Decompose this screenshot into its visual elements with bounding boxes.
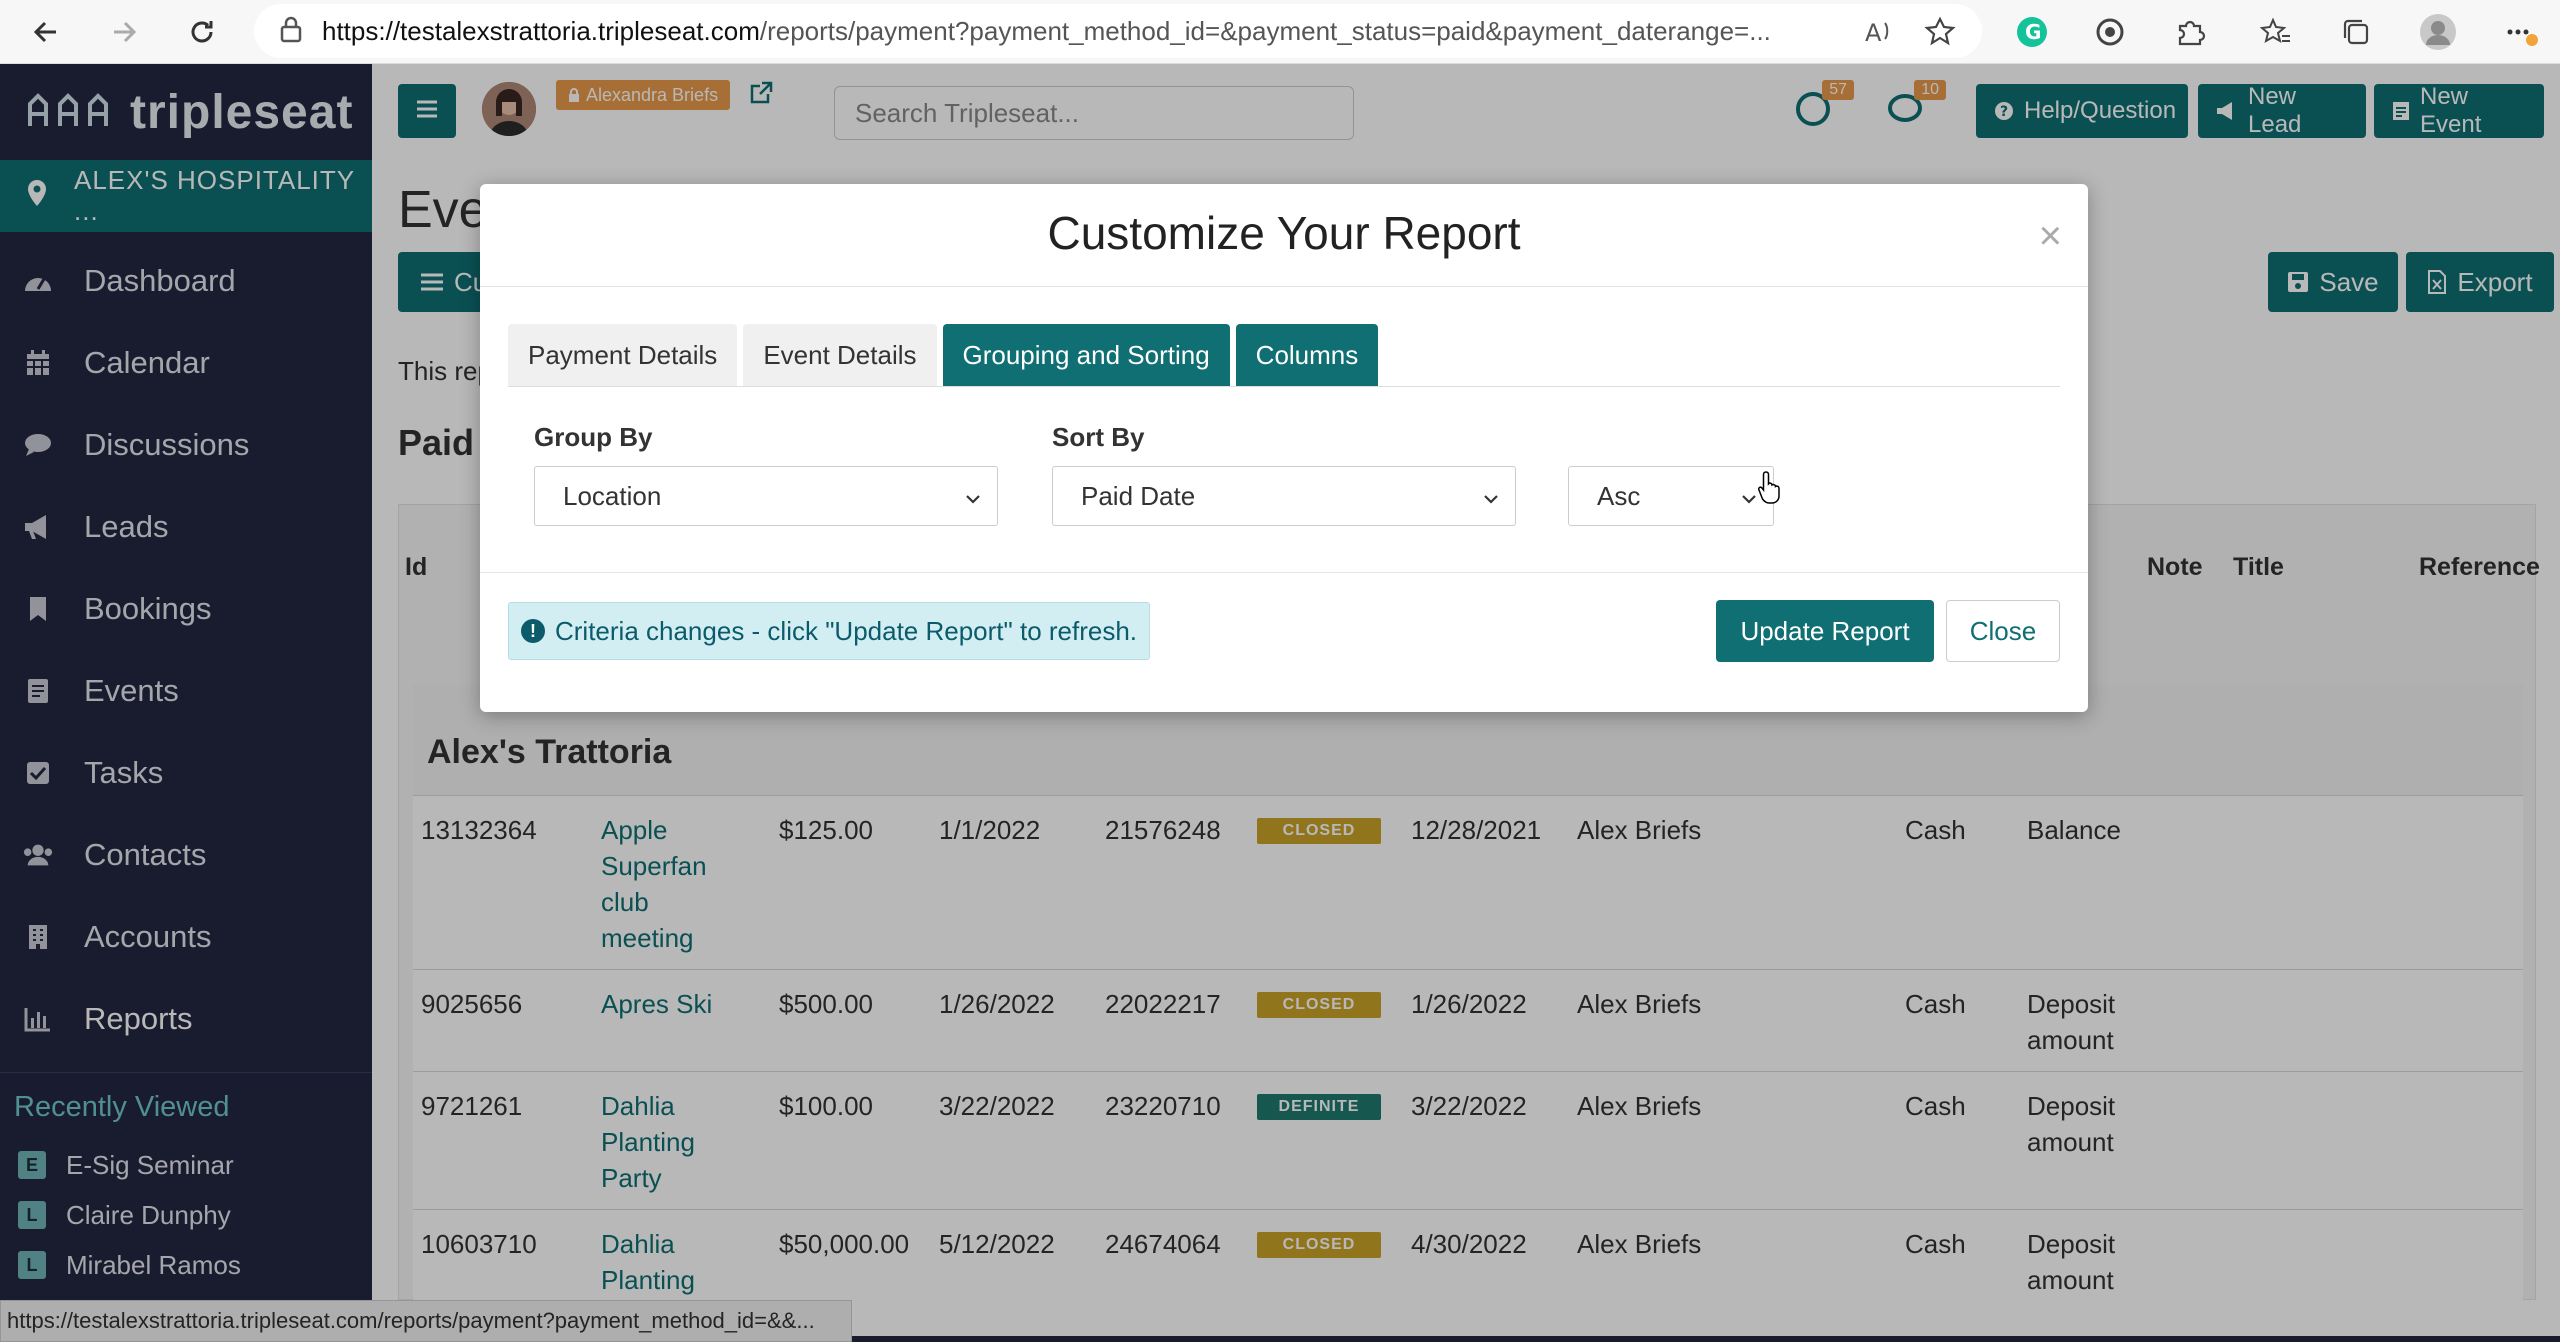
more-menu-icon[interactable] (2502, 12, 2542, 52)
hand-cursor-icon (1757, 470, 1784, 509)
sort-order-select[interactable]: Asc (1568, 466, 1774, 526)
extensions-icon[interactable] (2170, 12, 2210, 52)
read-aloud-icon[interactable]: A (1858, 12, 1898, 52)
sort-by-value: Paid Date (1081, 480, 1196, 511)
sort-order-value: Asc (1597, 480, 1641, 511)
close-icon[interactable]: × (2039, 214, 2062, 259)
lock-icon (280, 15, 302, 48)
group-by-value: Location (563, 480, 662, 511)
close-button[interactable]: Close (1946, 600, 2060, 662)
group-by-label: Group By (534, 422, 653, 452)
chevron-down-icon (963, 485, 983, 516)
forward-icon[interactable] (102, 10, 146, 54)
tab-grouping-and-sorting[interactable]: Grouping and Sorting (942, 324, 1230, 386)
password-manager-icon[interactable] (2090, 12, 2130, 52)
favorites-icon[interactable] (2256, 12, 2296, 52)
modal-tabs: Payment Details Event Details Grouping a… (508, 324, 1384, 386)
sort-by-select[interactable]: Paid Date (1052, 466, 1516, 526)
chevron-down-icon (1739, 485, 1759, 516)
info-icon: ! (521, 619, 545, 643)
profile-icon[interactable] (2418, 12, 2458, 52)
customize-report-modal: Customize Your Report × Payment Details … (480, 184, 2088, 712)
divider (480, 572, 2088, 573)
address-bar[interactable]: https://testalexstrattoria.tripleseat.co… (254, 4, 1982, 58)
browser-toolbar: https://testalexstrattoria.tripleseat.co… (0, 0, 2560, 64)
favorite-add-icon[interactable] (1920, 12, 1960, 52)
back-icon[interactable] (24, 10, 68, 54)
modal-title: Customize Your Report (1047, 207, 1521, 259)
chevron-down-icon (1481, 485, 1501, 516)
grammarly-icon[interactable]: G (2012, 12, 2052, 52)
svg-text:A: A (1865, 19, 1882, 47)
alert-text: Criteria changes - click "Update Report"… (555, 615, 1138, 646)
url-text: https://testalexstrattoria.tripleseat.co… (322, 15, 1771, 46)
tab-event-details[interactable]: Event Details (743, 324, 937, 386)
update-report-button[interactable]: Update Report (1716, 600, 1934, 662)
svg-text:G: G (2025, 20, 2041, 44)
sort-by-label: Sort By (1052, 422, 1145, 452)
group-by-select[interactable]: Location (534, 466, 998, 526)
criteria-alert: ! Criteria changes - click "Update Repor… (508, 602, 1151, 660)
collections-icon[interactable] (2336, 12, 2376, 52)
divider (508, 386, 2060, 387)
tab-payment-details[interactable]: Payment Details (508, 324, 738, 386)
modal-backdrop[interactable]: Customize Your Report × Payment Details … (0, 64, 2560, 1342)
tab-columns[interactable]: Columns (1235, 324, 1379, 386)
reload-icon[interactable] (180, 10, 224, 54)
divider (480, 286, 2088, 287)
